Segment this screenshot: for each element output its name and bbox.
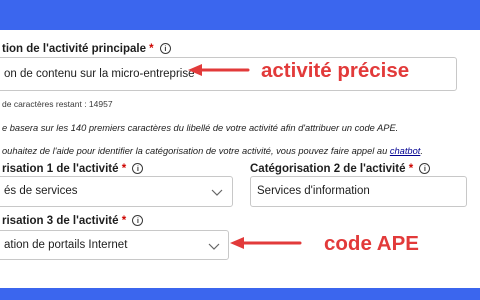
category-1-value: és de services: [4, 185, 78, 197]
annotation-activite-precise: activité précise: [261, 59, 410, 82]
category-1-select[interactable]: és de services: [0, 176, 233, 207]
help-text: ouhaitez de l'aide pour identifier la ca…: [2, 146, 423, 156]
activity-label-text: tion de l'activité principale: [2, 43, 146, 55]
activity-label: tion de l'activité principale * i: [2, 43, 171, 55]
background-bottom: [0, 288, 480, 300]
character-counter: de caractères restant : 14957: [2, 99, 113, 109]
category-1-label: risation 1 de l'activité * i: [2, 163, 144, 175]
required-asterisk: *: [121, 215, 127, 227]
category-3-select[interactable]: ation de portails Internet: [0, 230, 229, 260]
help-text-suffix: .: [420, 146, 423, 156]
category-1-label-text: risation 1 de l'activité: [2, 163, 119, 175]
activity-input-value: on de contenu sur la micro-entreprise: [4, 68, 195, 80]
annotation-code-ape: code APE: [324, 232, 419, 255]
arrow-left-icon: [230, 237, 302, 249]
category-3-label-text: risation 3 de l'activité: [2, 215, 119, 227]
required-asterisk: *: [121, 163, 127, 175]
form-panel: tion de l'activité principale * i on de …: [0, 30, 480, 288]
category-2-label-text: Catégorisation 2 de l'activité: [250, 163, 406, 175]
info-icon[interactable]: i: [132, 215, 144, 226]
category-2-value: Services d'information: [257, 185, 370, 197]
ape-notice: e basera sur les 140 premiers caractères…: [2, 123, 399, 133]
category-2-select[interactable]: Services d'information: [250, 176, 467, 207]
help-text-prefix: ouhaitez de l'aide pour identifier la ca…: [2, 146, 390, 156]
category-3-value: ation de portails Internet: [4, 239, 128, 251]
arrow-left-icon: [188, 64, 250, 76]
info-icon[interactable]: i: [132, 163, 144, 174]
required-asterisk: *: [149, 43, 154, 55]
chevron-down-icon: [211, 189, 223, 196]
chevron-down-icon: [208, 243, 220, 250]
info-icon[interactable]: i: [419, 163, 431, 174]
chatbot-link[interactable]: chatbot: [390, 146, 421, 156]
category-2-label: Catégorisation 2 de l'activité * i: [250, 163, 431, 175]
required-asterisk: *: [408, 163, 414, 175]
background-top: [0, 0, 480, 30]
info-icon[interactable]: i: [159, 43, 171, 54]
category-3-label: risation 3 de l'activité * i: [2, 215, 144, 227]
